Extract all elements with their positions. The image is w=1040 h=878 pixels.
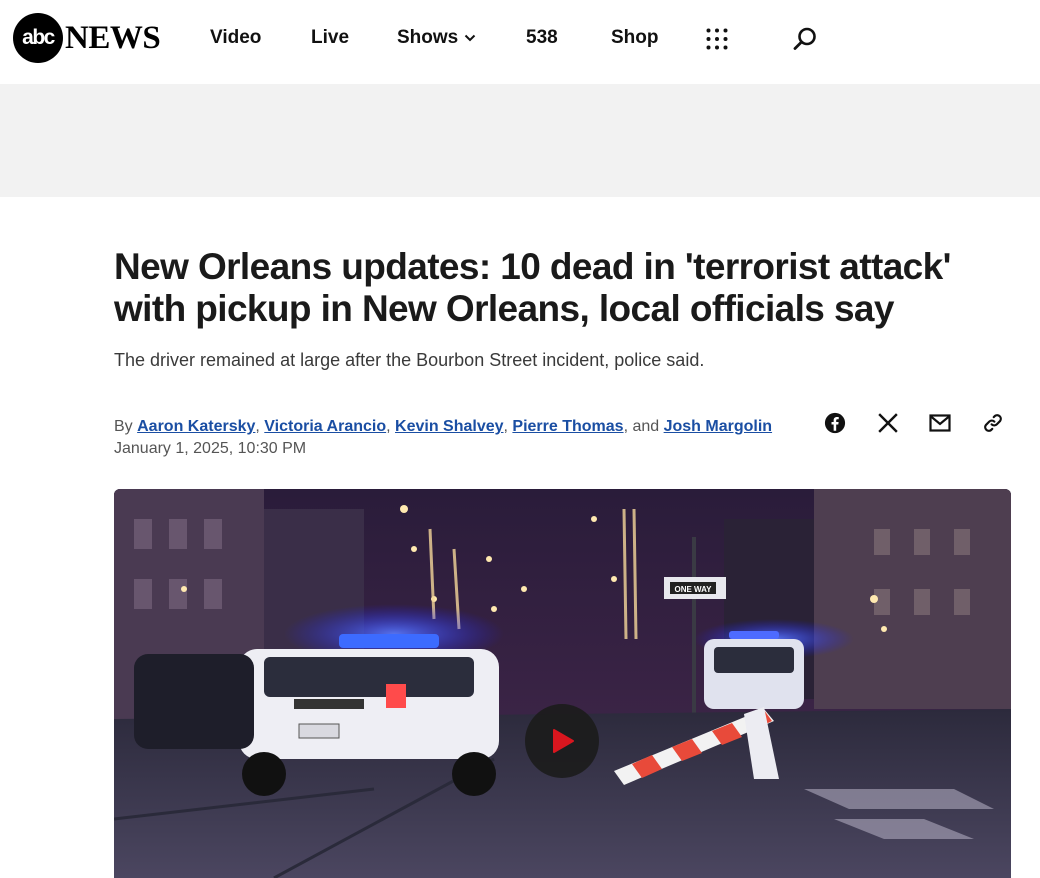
nav-live[interactable]: Live	[311, 26, 349, 50]
share-email-button[interactable]	[927, 410, 953, 436]
byline-prefix: By	[114, 418, 133, 435]
byline: By Aaron Katersky, Victoria Arancio, Kev…	[114, 418, 773, 435]
copy-link-button[interactable]	[980, 410, 1006, 436]
one-way-sign-text: ONE WAY	[674, 585, 712, 594]
email-icon	[929, 414, 951, 432]
video-thumbnail: ONE WAY	[114, 489, 1011, 878]
search-icon[interactable]	[792, 26, 818, 52]
share-facebook-button[interactable]	[822, 410, 848, 436]
nav-video-label: Video	[210, 27, 262, 48]
play-icon	[553, 729, 574, 753]
video-player[interactable]: ONE WAY	[114, 489, 1011, 878]
author-link[interactable]: Aaron Katersky	[137, 418, 255, 435]
author-link[interactable]: Josh Margolin	[664, 418, 772, 435]
site-header: abc NEWS Video Live Shows 538 Shop	[0, 0, 1040, 84]
grid-dots-icon[interactable]	[706, 28, 728, 50]
nav-shows-label: Shows	[397, 27, 459, 48]
author-link[interactable]: Pierre Thomas	[512, 418, 623, 435]
article-headline: New Orleans updates: 10 dead in 'terrori…	[114, 246, 951, 329]
nav-video[interactable]: Video	[210, 26, 261, 50]
police-car-right	[704, 631, 804, 709]
nav-shows[interactable]: Shows	[397, 26, 476, 50]
facebook-icon	[824, 412, 846, 434]
author-link[interactable]: Victoria Arancio	[264, 418, 386, 435]
ad-placeholder	[0, 84, 1040, 197]
share-x-button[interactable]	[875, 410, 901, 436]
x-icon	[878, 413, 898, 433]
byline-conjunction: and	[632, 418, 660, 435]
news-wordmark: NEWS	[65, 19, 161, 56]
author-link[interactable]: Kevin Shalvey	[395, 418, 504, 435]
link-icon	[984, 414, 1002, 432]
nav-shop-label: Shop	[611, 27, 659, 48]
play-button[interactable]	[525, 704, 599, 778]
abc-logo-mark: abc	[13, 13, 63, 63]
nav-live-label: Live	[311, 27, 350, 48]
chevron-down-icon	[465, 34, 476, 42]
publish-date: January 1, 2025, 10:30 PM	[114, 440, 307, 457]
article-subhead: The driver remained at large after the B…	[114, 350, 705, 370]
abc-news-logo[interactable]: abc NEWS	[13, 13, 161, 63]
nav-538[interactable]: 538	[526, 26, 558, 50]
nav-538-label: 538	[526, 27, 558, 48]
nav-shop[interactable]: Shop	[611, 26, 659, 50]
